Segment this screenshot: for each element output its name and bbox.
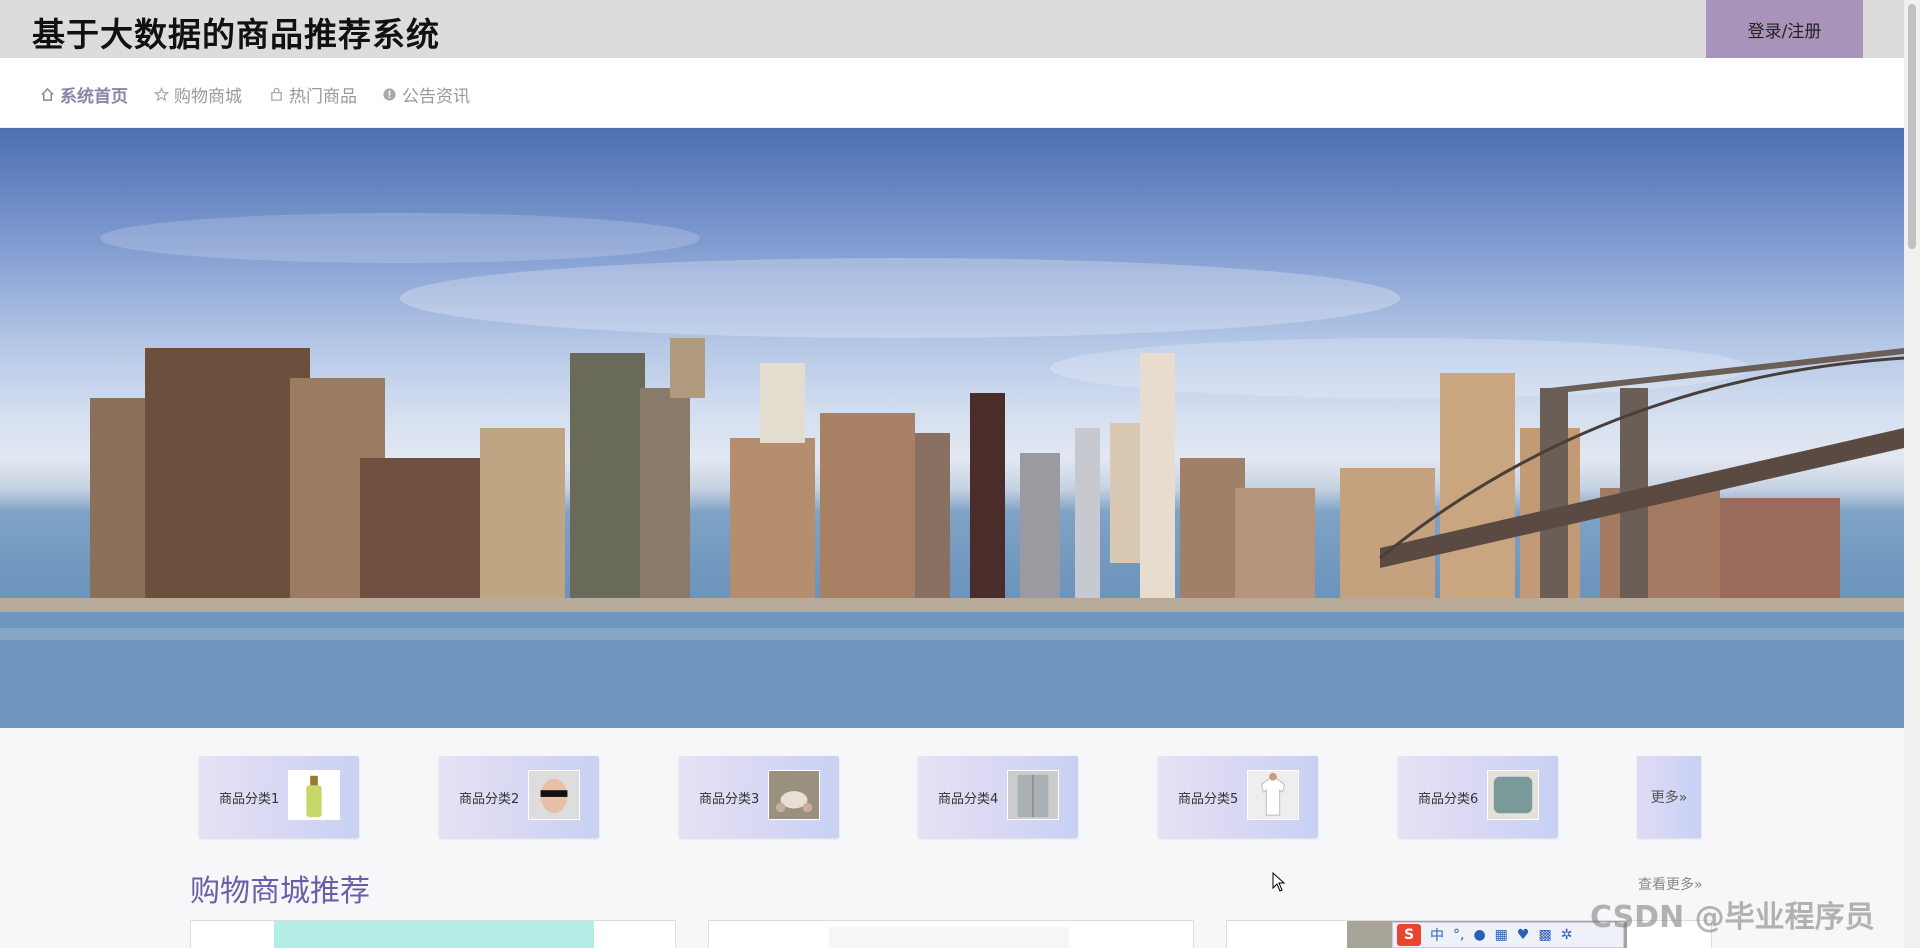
- nav-item-notice[interactable]: 公告资讯: [382, 82, 470, 107]
- category-label: 商品分类3: [699, 792, 760, 807]
- microphone-icon: ●: [1473, 927, 1486, 943]
- punctuation-icon: °,: [1453, 927, 1465, 943]
- product-image: [829, 927, 1069, 948]
- page: 基于大数据的商品推荐系统 登录/注册 系统首页 购物商城 热门商品 公告资讯 商…: [0, 0, 1904, 948]
- nav-item-mall[interactable]: 购物商城: [154, 82, 242, 107]
- category-card[interactable]: 商品分类5: [1158, 756, 1318, 838]
- nav-item-hot[interactable]: 热门商品: [269, 82, 357, 107]
- bottle-image: [288, 770, 340, 820]
- tea-set-image: [768, 770, 820, 820]
- star-icon: [154, 87, 169, 102]
- keyboard-icon: ▦: [1494, 927, 1508, 943]
- nav-item-label: 购物商城: [174, 87, 242, 107]
- category-label: 商品分类1: [219, 792, 280, 807]
- product-card[interactable]: [190, 920, 676, 948]
- scrollbar-thumb[interactable]: [1908, 4, 1916, 249]
- nav-item-label: 热门商品: [289, 87, 357, 107]
- settings-icon: ✲: [1560, 927, 1573, 943]
- category-list: 商品分类1 商品分类2 商品分类3 商品分类4 商品分类5 商品分类6 更多»: [0, 756, 1904, 840]
- nav-item-home[interactable]: 系统首页: [40, 82, 128, 107]
- pillow-image: [1487, 770, 1539, 820]
- ime-logo: S: [1397, 924, 1421, 946]
- view-more-link[interactable]: 查看更多»: [1638, 874, 1703, 894]
- product-image: [274, 921, 594, 948]
- category-card[interactable]: 商品分类6: [1398, 756, 1558, 838]
- nav-item-label: 公告资讯: [402, 87, 470, 107]
- page-scrollbar[interactable]: [1904, 0, 1920, 948]
- product-card[interactable]: [708, 920, 1194, 948]
- category-label: 商品分类6: [1418, 792, 1479, 807]
- home-icon: [41, 87, 54, 101]
- ime-mode: 中: [1430, 928, 1444, 944]
- category-more-button[interactable]: 更多»: [1637, 756, 1701, 838]
- hero-banner: [0, 128, 1904, 728]
- category-card[interactable]: 商品分类3: [679, 756, 839, 838]
- category-label: 商品分类4: [938, 792, 999, 807]
- skin-icon: ♥: [1516, 927, 1530, 943]
- category-card[interactable]: 商品分类2: [439, 756, 599, 838]
- refrigerator-image: [1007, 770, 1059, 820]
- category-label: 商品分类5: [1178, 792, 1239, 807]
- category-label: 商品分类2: [459, 792, 520, 807]
- white-tshirt-image: [1247, 770, 1299, 820]
- section-title: 购物商城推荐: [190, 874, 370, 909]
- site-title: 基于大数据的商品推荐系统: [32, 15, 440, 54]
- sunglasses-man-image: [528, 770, 580, 820]
- grid-icon: ▩: [1538, 927, 1552, 943]
- login-register-button[interactable]: 登录/注册: [1706, 0, 1863, 58]
- mouse-cursor-icon: [1272, 872, 1286, 892]
- category-card[interactable]: 商品分类1: [199, 756, 359, 838]
- alert-circle-icon: [383, 88, 396, 101]
- watermark: CSDN @毕业程序员: [1590, 900, 1875, 935]
- main-nav: 系统首页 购物商城 热门商品 公告资讯: [0, 58, 1904, 128]
- category-card[interactable]: 商品分类4: [918, 756, 1078, 838]
- city-skyline-image: [0, 213, 1904, 728]
- nav-item-label: 系统首页: [60, 87, 128, 107]
- bag-icon: [271, 87, 282, 101]
- top-bar: 基于大数据的商品推荐系统 登录/注册: [0, 0, 1904, 58]
